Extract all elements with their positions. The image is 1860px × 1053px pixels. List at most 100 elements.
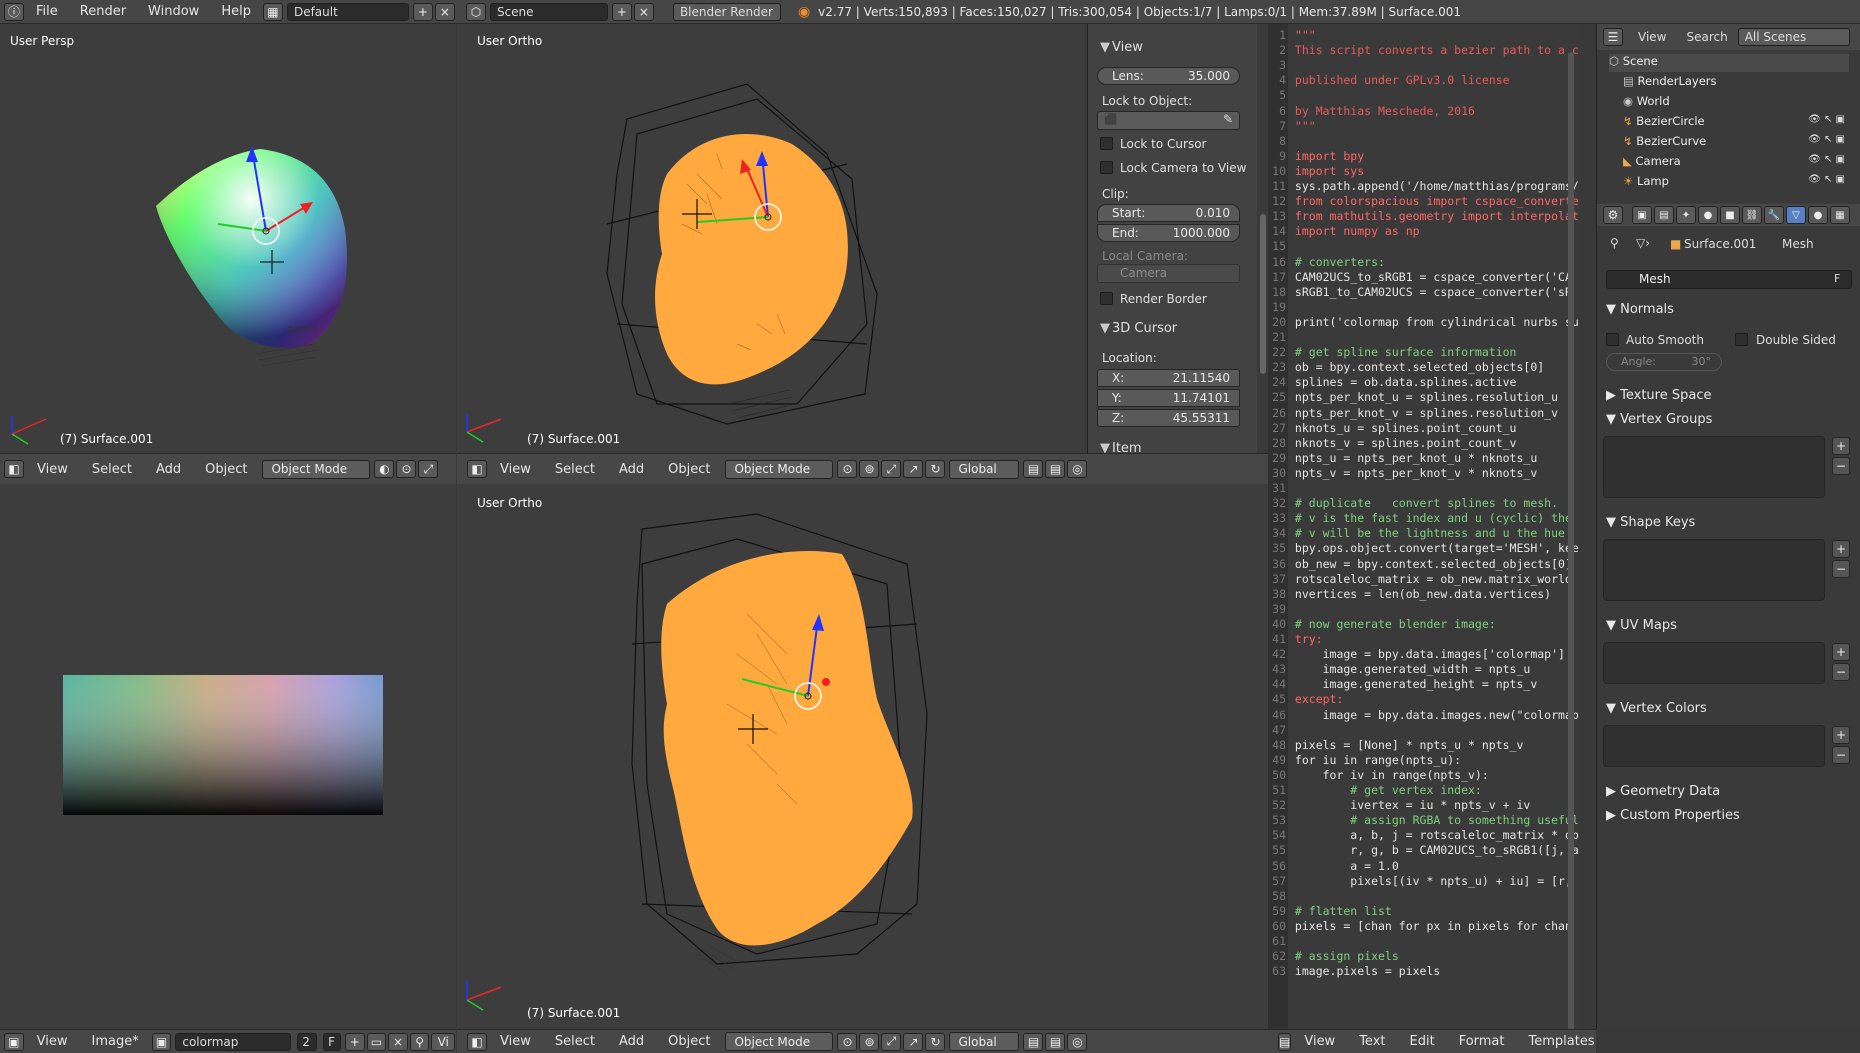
code-line[interactable]: 55 r, g, b = CAM02UCS_to_sRGB1([j, a [1268,843,1579,858]
property-section-header[interactable]: ▶ Texture Space [1606,388,1711,403]
code-line[interactable]: 11 sys.path.append('/home/matthias/progr… [1268,179,1579,194]
code-line[interactable]: 2 This script converts a bezier path to … [1268,43,1579,58]
clip-end-field[interactable]: End: 1000.000 [1097,224,1240,242]
code-line[interactable]: 31 [1268,481,1295,496]
code-line[interactable]: 18 sRGB1_to_CAM02UCS = cspace_converter(… [1268,285,1572,300]
image-browse-icon[interactable]: ▣ [151,1032,172,1051]
code-line[interactable]: 56 a = 1.0 [1268,859,1399,874]
cursor-y-field[interactable]: Y: 11.74101 [1097,389,1240,407]
mode-select[interactable]: Object Mode [725,459,834,479]
code-line[interactable]: 50 for iv in range(npts_v): [1268,768,1489,783]
code-line[interactable]: 42 image = bpy.data.images['colormap'] [1268,647,1565,662]
rotate-icon[interactable]: ↻ [925,1032,946,1051]
menu-object[interactable]: Object [656,1034,722,1049]
property-section-header[interactable]: ▼ Vertex Groups [1606,412,1712,427]
code-line[interactable]: 54 a, b, j = rotscaleloc_matrix * ob [1268,828,1579,843]
collapse-cursor-icon[interactable]: ▼ [1100,321,1110,336]
pin-icon[interactable]: ⚲ [1610,236,1619,250]
scene-icon[interactable]: ⬡ [465,2,486,21]
display-mode-select[interactable]: All Scenes [1737,28,1850,46]
add-item-icon[interactable]: + [1832,726,1850,744]
layers2-icon[interactable]: ▤ [1045,460,1066,478]
add-item-icon[interactable]: + [1832,437,1850,455]
menu-select[interactable]: Select [80,462,144,477]
outliner-item[interactable]: ☀ Lamp 👁 ↖ ▣ [1623,174,1849,192]
object-tab-icon[interactable]: ■ [1720,206,1740,224]
pivot-icon[interactable]: ⊙ [837,460,858,478]
editor-type-icon[interactable]: ◧ [4,460,24,478]
material-tab-icon[interactable]: ● [1808,206,1828,224]
menu-view[interactable]: View [488,1034,543,1049]
lock-object-field[interactable]: ⬛ ✎ [1097,111,1240,130]
manipulator-icon[interactable]: ⤢ [418,460,439,478]
viewport-bottom-right[interactable]: User Ortho (7) Surface.001 [457,484,1268,1029]
property-list[interactable] [1603,436,1825,498]
property-list[interactable] [1603,539,1825,601]
outliner-item[interactable]: ▤ RenderLayers [1623,74,1849,92]
code-line[interactable]: 27 nknots_u = splines.point_count_u [1268,421,1516,436]
view-mode-icon[interactable]: Vi [431,1032,456,1051]
code-line[interactable]: 21 [1268,330,1295,345]
code-line[interactable]: 34 # v will be the lightness and u the h… [1268,526,1565,541]
properties-type-icon[interactable]: ⚙ [1603,206,1623,224]
code-line[interactable]: 23 ob = bpy.context.selected_objects[0] [1268,360,1544,375]
menu-text[interactable]: Text [1347,1034,1397,1049]
panel-scrollbar[interactable] [1257,24,1268,453]
clip-start-field[interactable]: Start: 0.010 [1097,204,1240,222]
add-item-icon[interactable]: + [1832,643,1850,661]
rotate-icon[interactable]: ↻ [925,460,946,478]
editor-type-icon[interactable]: ◧ [467,460,487,478]
visibility-toggles[interactable]: 👁 ↖ ▣ [1808,114,1845,125]
layout-field[interactable]: Default [286,2,409,21]
code-line[interactable]: 63 image.pixels = pixels [1268,964,1440,979]
normals-panel[interactable]: ▼ Normals [1606,302,1674,317]
visibility-toggles[interactable]: 👁 ↖ ▣ [1808,134,1845,145]
text-scrollbar[interactable] [1568,52,1574,1029]
pivot-icon[interactable]: ⊙ [837,1032,858,1051]
code-line[interactable]: 38 nvertices = len(ob_new.data.vertices) [1268,587,1551,602]
property-section-header[interactable]: ▼ Vertex Colors [1606,701,1707,716]
mode-select[interactable]: Object Mode [725,1032,834,1051]
info-editor-icon[interactable]: ⓘ [4,2,24,21]
code-line[interactable]: 53 # assign RGBA to something useful [1268,813,1579,828]
collapse-view-icon[interactable]: ▼ [1100,40,1110,55]
outliner-item[interactable]: ⬡ Scene [1609,54,1849,72]
menu-view[interactable]: View [25,462,80,477]
property-section-header[interactable]: ▼ Shape Keys [1606,515,1695,530]
code-line[interactable]: 51 # get vertex index: [1268,783,1482,798]
viewport-top-left[interactable]: User Persp parrot (7) Surface.001 [0,24,456,453]
code-line[interactable]: 33 # v is the fast index and u (cyclic) … [1268,511,1572,526]
code-line[interactable]: 7 """ [1268,119,1316,134]
code-line[interactable]: 25 npts_per_knot_u = splines.resolution_… [1268,390,1558,405]
lock-camera-checkbox[interactable] [1100,161,1113,174]
code-line[interactable]: 13 from mathutils.geometry import interp… [1268,209,1579,224]
remove-item-icon[interactable]: − [1832,457,1850,475]
menu-format[interactable]: Format [1447,1034,1517,1049]
code-line[interactable]: 59 # flatten list [1268,904,1392,919]
translate-icon[interactable]: ↗ [903,1032,924,1051]
code-line[interactable]: 45 except: [1268,692,1343,707]
code-line[interactable]: 4 published under GPLv3.0 license [1268,73,1510,88]
visibility-toggles[interactable]: 👁 ↖ ▣ [1808,154,1845,165]
code-line[interactable]: 8 [1268,134,1295,149]
editor-type-icon[interactable]: ▣ [4,1032,24,1051]
code-line[interactable]: 62 # assign pixels [1268,949,1399,964]
property-section-header[interactable]: ▼ UV Maps [1606,618,1677,633]
pivot-icon[interactable]: ⊙ [396,460,417,478]
snap-icon[interactable]: ⊚ [859,460,880,478]
cursor-panel-title[interactable]: 3D Cursor [1112,321,1177,336]
menu-add[interactable]: Add [607,462,656,477]
property-list[interactable] [1603,642,1825,684]
code-line[interactable]: 5 [1268,88,1295,103]
fake-user-button[interactable]: F [1834,272,1840,285]
code-line[interactable]: 17 CAM02UCS_to_sRGB1 = cspace_converter(… [1268,270,1572,285]
code-line[interactable]: 30 npts_v = npts_per_knot_v * nknots_v [1268,466,1537,481]
layers-icon[interactable]: ▤ [1023,460,1044,478]
code-line[interactable]: 49 for iu in range(npts_u): [1268,753,1461,768]
code-line[interactable]: 40 # now generate blender image: [1268,617,1496,632]
code-line[interactable]: 41 try: [1268,632,1322,647]
render-engine-select[interactable]: Blender Render [672,2,781,21]
image-name-field[interactable]: colormap [175,1032,292,1051]
code-line[interactable]: 26 npts_per_knot_v = splines.resolution_… [1268,406,1558,421]
new-image-icon[interactable]: + [344,1032,365,1051]
